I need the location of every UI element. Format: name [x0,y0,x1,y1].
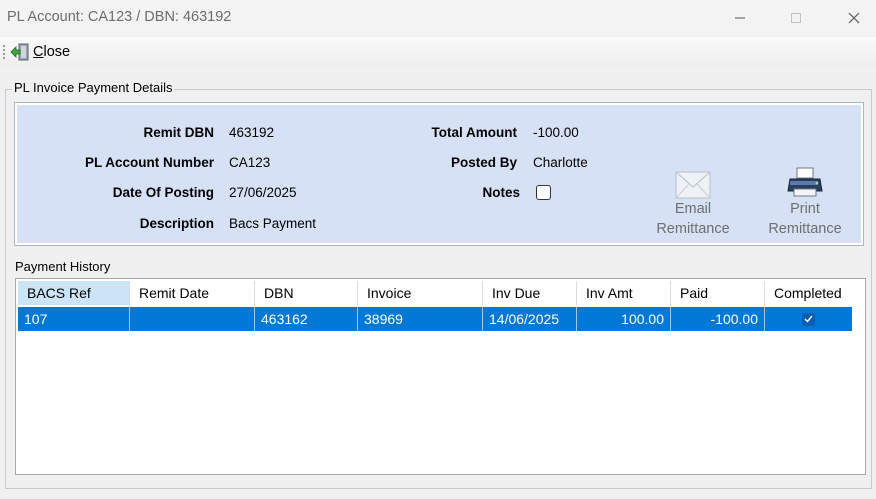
print-remittance-button[interactable]: Print Remittance [755,163,855,239]
col-header-inv-due[interactable]: Inv Due [483,281,577,305]
payment-history-label: Payment History [15,259,111,274]
close-label: lose [43,44,71,60]
payment-history-grid[interactable]: BACS Ref Remit Date DBN Invoice Inv Due … [15,278,866,475]
cell-remit-date[interactable] [130,307,255,331]
print-remittance-line2: Remittance [768,221,842,237]
posted-by-label: Posted By [450,155,517,170]
minimize-icon [735,17,745,19]
cell-completed[interactable] [765,307,852,331]
minimize-button[interactable] [714,0,766,36]
cell-invoice[interactable]: 38969 [358,307,483,331]
completed-checkbox[interactable] [802,312,815,326]
col-header-remit-date[interactable]: Remit Date [130,281,255,305]
col-header-inv-amt[interactable]: Inv Amt [577,281,671,305]
group-title: PL Invoice Payment Details [12,80,175,95]
cell-bacs-ref[interactable]: 107 [18,307,130,331]
table-row[interactable]: 107 463162 38969 14/06/2025 100.00 -100.… [18,307,852,331]
email-remittance-button[interactable]: Email Remittance [643,163,743,239]
email-remittance-line2: Remittance [656,221,730,237]
col-header-completed[interactable]: Completed [765,281,852,305]
cell-dbn[interactable]: 463162 [255,307,358,331]
checkmark-icon [804,315,813,323]
col-header-bacs-ref[interactable]: BACS Ref [18,281,130,305]
title-bar: PL Account: CA123 / DBN: 463192 [0,0,876,36]
email-remittance-line1: Email [674,201,712,217]
window-title: PL Account: CA123 / DBN: 463192 [7,9,232,25]
posted-by-value: Charlotte [533,155,588,170]
col-header-paid[interactable]: Paid [671,281,765,305]
pl-account-value: CA123 [229,155,271,170]
cell-inv-amt[interactable]: 100.00 [577,307,671,331]
envelope-icon [675,171,711,199]
remit-dbn-label: Remit DBN [143,125,214,140]
toolbar: Close [0,37,876,67]
notes-checkbox[interactable] [536,185,551,200]
date-posting-value: 27/06/2025 [229,185,297,200]
maximize-icon [791,13,801,23]
pl-account-label: PL Account Number [84,155,214,170]
maximize-button [770,0,822,36]
print-remittance-line1: Print [790,201,820,217]
exit-door-icon [10,43,29,61]
close-label-mnemonic: C [33,44,44,60]
date-posting-label: Date Of Posting [112,185,214,200]
printer-icon [787,167,823,197]
total-amount-label: Total Amount [431,125,517,140]
grid-header-row: BACS Ref Remit Date DBN Invoice Inv Due … [18,281,852,305]
total-amount-value: -100.00 [533,125,579,140]
close-icon [848,12,860,24]
cell-paid[interactable]: -100.00 [671,307,765,331]
close-button[interactable]: Close [10,42,70,62]
col-header-dbn[interactable]: DBN [255,281,358,305]
close-window-button[interactable] [828,0,876,36]
description-value: Bacs Payment [229,216,317,231]
notes-label: Notes [482,185,520,200]
col-header-invoice[interactable]: Invoice [358,281,483,305]
description-label: Description [139,216,214,231]
remit-dbn-value: 463192 [229,125,275,140]
toolbar-grip[interactable] [3,45,5,59]
cell-inv-due[interactable]: 14/06/2025 [483,307,577,331]
